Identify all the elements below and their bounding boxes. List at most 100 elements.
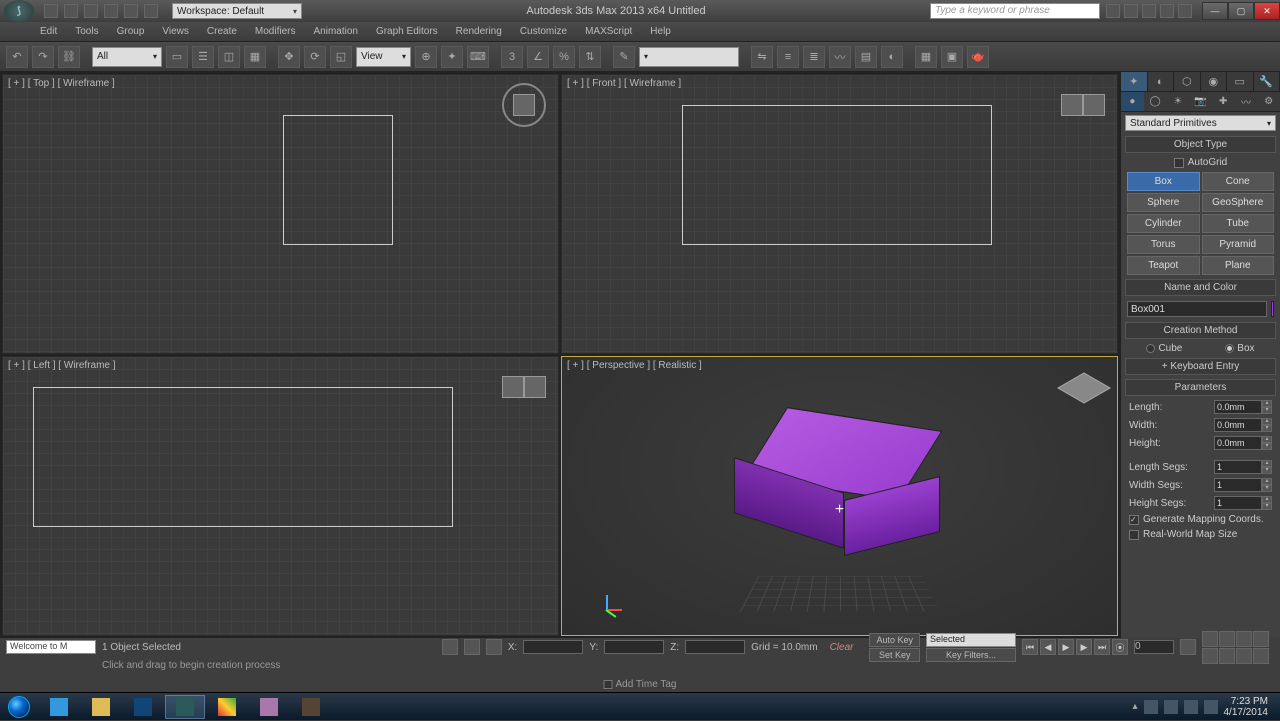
viewcube-front-icon[interactable]: [1061, 83, 1105, 127]
spinner-snap-icon[interactable]: ⇅: [579, 46, 601, 68]
select-name-icon[interactable]: ☰: [192, 46, 214, 68]
rotate-icon[interactable]: ⟳: [304, 46, 326, 68]
nav-zoom-icon[interactable]: [1219, 631, 1235, 647]
qat-undo-icon[interactable]: [104, 4, 118, 18]
ref-coord-system[interactable]: View: [356, 47, 411, 67]
primitive-cone[interactable]: Cone: [1202, 172, 1275, 191]
qat-link-icon[interactable]: [144, 4, 158, 18]
next-frame-icon[interactable]: ▶: [1076, 639, 1092, 655]
viewport-persp-label[interactable]: [ + ] [ Perspective ] [ Realistic ]: [567, 360, 702, 371]
tray-icon-1[interactable]: [1144, 700, 1158, 714]
snap-toggle-icon[interactable]: 3: [501, 46, 523, 68]
coord-y[interactable]: [604, 640, 664, 654]
menu-help[interactable]: Help: [650, 26, 671, 37]
subscription-icon[interactable]: [1124, 4, 1138, 18]
menu-grapheditors[interactable]: Graph Editors: [376, 26, 438, 37]
hsegs-spinner[interactable]: 1: [1214, 496, 1262, 510]
key-mode-icon[interactable]: ⦿: [1112, 639, 1128, 655]
time-config-icon[interactable]: [1180, 639, 1196, 655]
nav-max-toggle-icon[interactable]: [1253, 648, 1269, 664]
infocenter-search[interactable]: Type a keyword or phrase: [930, 3, 1100, 19]
real-world-checkbox[interactable]: [1129, 530, 1139, 540]
height-spinner[interactable]: 0.0mm: [1214, 436, 1262, 450]
workspace-selector[interactable]: Workspace: Default: [172, 3, 302, 19]
geometry-type-dropdown[interactable]: Standard Primitives: [1125, 115, 1276, 131]
viewport-front[interactable]: [ + ] [ Front ] [ Wireframe ]: [561, 74, 1118, 354]
cat-helpers-icon[interactable]: ✚: [1212, 92, 1235, 111]
cat-lights-icon[interactable]: ☀: [1166, 92, 1189, 111]
viewport-front-label[interactable]: [ + ] [ Front ] [ Wireframe ]: [567, 78, 681, 89]
help-icon[interactable]: [1178, 4, 1192, 18]
percent-snap-icon[interactable]: %: [553, 46, 575, 68]
cm-cube-radio[interactable]: [1146, 344, 1155, 353]
tab-utilities-icon[interactable]: 🔧: [1254, 72, 1280, 91]
primitive-tube[interactable]: Tube: [1202, 214, 1275, 233]
align-icon[interactable]: ≡: [777, 46, 799, 68]
named-selection[interactable]: [639, 47, 739, 67]
exchange-icon[interactable]: [1142, 4, 1156, 18]
add-time-tag[interactable]: Add Time Tag: [604, 679, 677, 690]
qat-save-icon[interactable]: [84, 4, 98, 18]
pivot-icon[interactable]: ⊕: [415, 46, 437, 68]
set-key-button[interactable]: Set Key: [869, 648, 920, 662]
taskbar-ie-icon[interactable]: [39, 695, 79, 719]
taskbar-app1-icon[interactable]: [249, 695, 289, 719]
nav-orbit-icon[interactable]: [1236, 648, 1252, 664]
qat-open-icon[interactable]: [64, 4, 78, 18]
select-icon[interactable]: ▭: [166, 46, 188, 68]
primitive-plane[interactable]: Plane: [1202, 256, 1275, 275]
angle-snap-icon[interactable]: ∠: [527, 46, 549, 68]
taskbar-clock[interactable]: 7:23 PM 4/17/2014: [1224, 696, 1273, 718]
box-object[interactable]: [740, 419, 940, 559]
rollout-creation-method[interactable]: Creation Method: [1125, 322, 1276, 339]
material-editor-icon[interactable]: ◐: [881, 46, 903, 68]
goto-start-icon[interactable]: ⏮: [1022, 639, 1038, 655]
menu-animation[interactable]: Animation: [313, 26, 357, 37]
maximize-button[interactable]: ▢: [1228, 2, 1254, 20]
app-logo-icon[interactable]: ⟆: [4, 0, 34, 22]
primitive-geosphere[interactable]: GeoSphere: [1202, 193, 1275, 212]
primitive-teapot[interactable]: Teapot: [1127, 256, 1200, 275]
primitive-pyramid[interactable]: Pyramid: [1202, 235, 1275, 254]
prev-frame-icon[interactable]: ◀: [1040, 639, 1056, 655]
qat-redo-icon[interactable]: [124, 4, 138, 18]
scale-icon[interactable]: ◱: [330, 46, 352, 68]
nav-zoom-extents-all-icon[interactable]: [1219, 648, 1235, 664]
object-color-swatch[interactable]: [1271, 301, 1274, 317]
taskbar-photoshop-icon[interactable]: [123, 695, 163, 719]
cat-shapes-icon[interactable]: ◯: [1144, 92, 1167, 111]
rollout-keyboard-entry[interactable]: + Keyboard Entry: [1125, 358, 1276, 375]
undo-icon[interactable]: ↶: [6, 46, 28, 68]
viewcube-left-icon[interactable]: [502, 365, 546, 409]
search-go-icon[interactable]: [1106, 4, 1120, 18]
link-icon[interactable]: ⛓: [58, 46, 80, 68]
viewcube-top-icon[interactable]: [502, 83, 546, 127]
taskbar-explorer-icon[interactable]: [81, 695, 121, 719]
selection-filter[interactable]: All: [92, 47, 162, 67]
tray-icon-2[interactable]: [1164, 700, 1178, 714]
primitive-cylinder[interactable]: Cylinder: [1127, 214, 1200, 233]
auto-key-button[interactable]: Auto Key: [869, 633, 920, 647]
object-name-input[interactable]: [1127, 301, 1267, 317]
tab-hierarchy-icon[interactable]: ⬡: [1174, 72, 1201, 91]
clear-button[interactable]: Clear: [830, 642, 854, 653]
window-crossing-icon[interactable]: ▦: [244, 46, 266, 68]
gen-mapping-checkbox[interactable]: [1129, 515, 1139, 525]
render-icon[interactable]: 🫖: [967, 46, 989, 68]
favorites-icon[interactable]: [1160, 4, 1174, 18]
primitive-sphere[interactable]: Sphere: [1127, 193, 1200, 212]
coord-z[interactable]: [685, 640, 745, 654]
tray-volume-icon[interactable]: [1204, 700, 1218, 714]
nav-fov-icon[interactable]: [1253, 631, 1269, 647]
rollout-parameters[interactable]: Parameters: [1125, 379, 1276, 396]
nav-zoom-all-icon[interactable]: [1236, 631, 1252, 647]
taskbar-chrome-icon[interactable]: [207, 695, 247, 719]
menu-modifiers[interactable]: Modifiers: [255, 26, 296, 37]
cat-geometry-icon[interactable]: ●: [1121, 92, 1144, 111]
keyboard-shortcut-icon[interactable]: ⌨: [467, 46, 489, 68]
autogrid-checkbox[interactable]: [1174, 158, 1184, 168]
width-spinner[interactable]: 0.0mm: [1214, 418, 1262, 432]
menu-create[interactable]: Create: [207, 26, 237, 37]
editnamed-icon[interactable]: ✎: [613, 46, 635, 68]
tab-modify-icon[interactable]: ◐: [1148, 72, 1175, 91]
